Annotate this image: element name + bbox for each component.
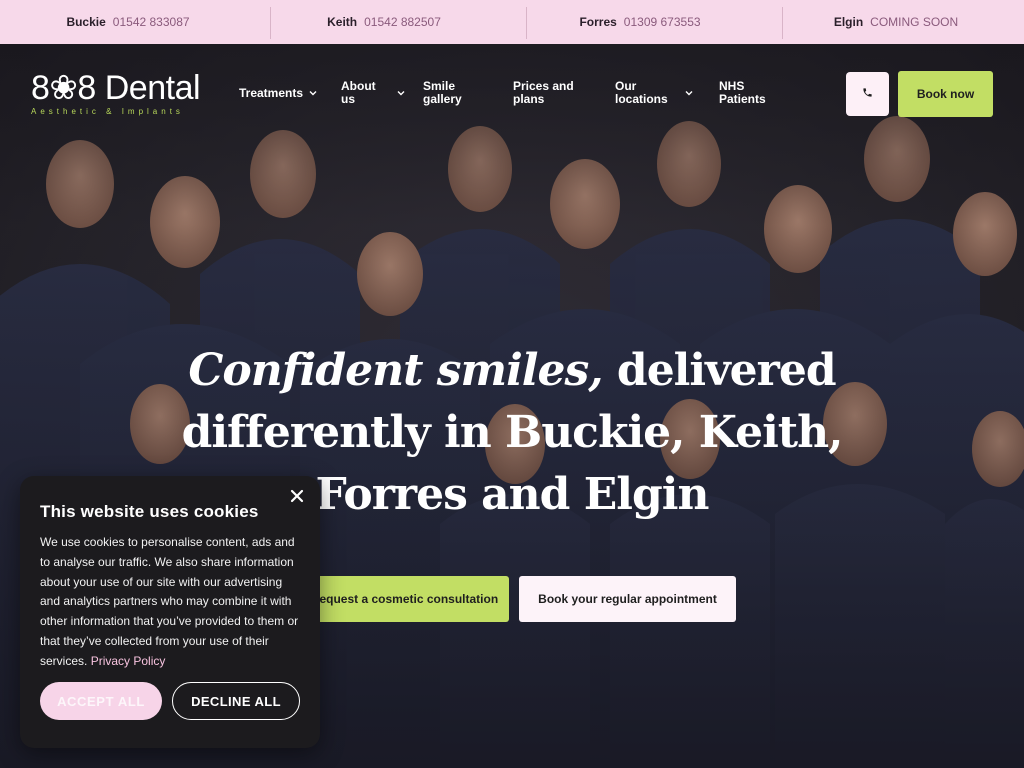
decline-all-button[interactable]: DECLINE ALL [172, 682, 300, 720]
privacy-policy-link[interactable]: Privacy Policy [91, 654, 166, 668]
headline-emphasis: Confident smiles, [188, 345, 603, 396]
nav-label: Smile gallery [423, 79, 462, 106]
book-now-button[interactable]: Book now [898, 71, 993, 117]
location-phone[interactable]: 01309 673553 [624, 15, 701, 29]
location-keith[interactable]: Keith 01542 882507 [256, 0, 512, 44]
nav-label: Our locations [615, 79, 668, 106]
location-town: Keith [327, 15, 358, 29]
accept-all-button[interactable]: ACCEPT ALL [40, 682, 162, 720]
cosmetic-consultation-button[interactable]: Request a cosmetic consultation [300, 576, 509, 622]
call-button[interactable] [846, 72, 889, 116]
cookie-consent-panel: This website uses cookies We use cookies… [20, 476, 320, 748]
location-phone[interactable]: 01542 833087 [113, 15, 190, 29]
regular-appointment-button[interactable]: Book your regular appointment [519, 576, 736, 622]
location-town: Forres [579, 15, 617, 29]
nav-about-us[interactable]: About us [341, 80, 423, 106]
site-logo[interactable]: 8❀8 Dental Aesthetic & Implants [31, 71, 221, 117]
nav-prices-and-plans[interactable]: Prices and plans [513, 80, 615, 106]
nav-treatments[interactable]: Treatments [239, 80, 341, 106]
location-forres[interactable]: Forres 01309 673553 [512, 0, 768, 44]
phone-icon [862, 85, 873, 103]
nav-nhs-patients[interactable]: NHS Patients [719, 80, 789, 106]
nav-our-locations[interactable]: Our locations [615, 80, 719, 106]
nav-label: Prices and plans [513, 79, 574, 106]
chevron-down-icon [309, 89, 317, 97]
cookie-title: This website uses cookies [40, 502, 259, 521]
location-phone[interactable]: 01542 882507 [364, 15, 441, 29]
location-elgin[interactable]: Elgin COMING SOON [768, 0, 1024, 44]
nav-smile-gallery[interactable]: Smile gallery [423, 80, 513, 106]
location-buckie[interactable]: Buckie 01542 833087 [0, 0, 256, 44]
nav-label: About us [341, 79, 376, 106]
logo-tagline: Aesthetic & Implants [31, 107, 184, 116]
location-contact-bar: Buckie 01542 833087 Keith 01542 882507 F… [0, 0, 1024, 44]
location-town: Elgin [833, 15, 864, 29]
close-icon[interactable] [290, 489, 304, 503]
main-nav: Treatments About us Smile gallery Prices… [239, 80, 789, 106]
location-status: COMING SOON [870, 15, 959, 29]
cookie-body-text: We use cookies to personalise content, a… [40, 535, 299, 668]
chevron-down-icon [397, 89, 405, 97]
cookie-description: We use cookies to personalise content, a… [40, 533, 305, 672]
nav-label: NHS Patients [719, 79, 766, 106]
nav-label: Treatments [239, 85, 304, 100]
logo-wordmark: 8❀8 Dental [31, 69, 201, 107]
location-town: Buckie [66, 15, 106, 29]
chevron-down-icon [685, 89, 693, 97]
